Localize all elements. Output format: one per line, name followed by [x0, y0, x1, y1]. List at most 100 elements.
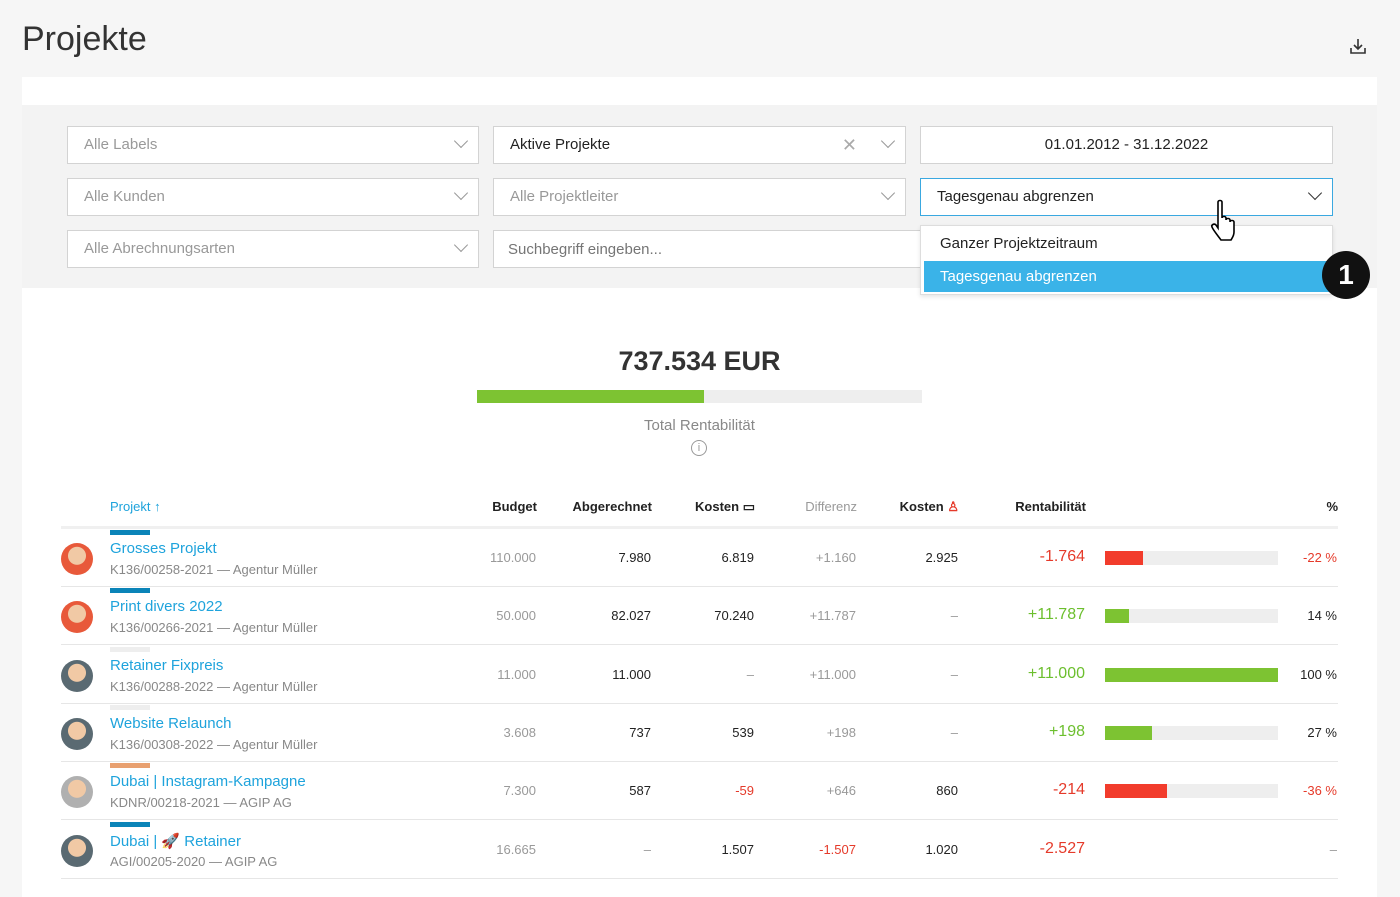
- table-row[interactable]: Dubai | 🚀 Retainer AGI/00205-2020 — AGIP …: [61, 821, 1338, 879]
- project-name-link[interactable]: Retainer Fixpreis: [110, 657, 223, 674]
- cell-costs2: –: [950, 608, 958, 624]
- header-project-label: Projekt: [110, 499, 151, 514]
- header-project[interactable]: Projekt ↑: [110, 499, 161, 514]
- cell-costs: 70.240: [714, 608, 754, 624]
- info-icon[interactable]: i: [691, 440, 707, 456]
- total-progress-bar: [477, 390, 922, 403]
- cell-costs2: –: [950, 666, 958, 682]
- label-stripe: [110, 763, 150, 769]
- table-row[interactable]: Print divers 2022 K136/00266-2021 — Agent…: [61, 587, 1338, 646]
- project-name-link[interactable]: Dubai | 🚀 Retainer: [110, 832, 241, 850]
- chevron-down-icon: [880, 133, 896, 149]
- managers-value: Alle Projektleiter: [510, 188, 619, 205]
- cell-diff: +646: [826, 783, 856, 799]
- label-stripe: [110, 588, 150, 594]
- cell-billed: 737: [629, 724, 651, 740]
- avatar: [61, 834, 93, 867]
- label-stripe: [110, 646, 150, 652]
- status-select[interactable]: Aktive Projekte ✕: [493, 126, 906, 164]
- rentability-bar: [1105, 784, 1278, 799]
- clear-icon[interactable]: ✕: [842, 127, 857, 163]
- rentability-bar: [1105, 725, 1278, 740]
- cell-billed: 587: [629, 783, 651, 799]
- option-full-period[interactable]: Ganzer Projektzeitraum: [924, 228, 1329, 259]
- cell-budget: 110.000: [489, 550, 536, 565]
- cell-pct: –: [1329, 841, 1337, 857]
- project-name-link[interactable]: Print divers 2022: [110, 598, 223, 615]
- cell-pct: 14 %: [1307, 608, 1337, 624]
- project-number-client: K136/00308-2022 — Agentur Müller: [110, 736, 318, 752]
- avatar: [61, 543, 93, 575]
- date-range-value: 01.01.2012 - 31.12.2022: [1044, 136, 1209, 153]
- total-label: Total Rentabilität: [644, 417, 755, 434]
- credit-card-icon: ▭: [742, 499, 755, 514]
- billing-value: Alle Abrechnungsarten: [84, 240, 235, 257]
- cell-diff: +198: [826, 724, 856, 740]
- table-row[interactable]: Retainer Fixpreis K136/00288-2022 — Agent…: [61, 646, 1338, 704]
- cell-billed: 11.000: [612, 666, 651, 682]
- billing-select[interactable]: Alle Abrechnungsarten: [67, 230, 479, 268]
- avatar: [61, 659, 93, 692]
- table-row[interactable]: Website Relaunch K136/00308-2022 — Agentu…: [61, 704, 1338, 762]
- project-number-client: K136/00258-2021 — Agentur Müller: [110, 562, 318, 577]
- period-select[interactable]: Tagesgenau abgrenzen: [920, 178, 1333, 216]
- rentability-bar-fill: [1105, 609, 1130, 624]
- cell-costs2: 1.020: [925, 841, 958, 857]
- project-number-client: K136/00266-2021 — Agentur Müller: [110, 620, 318, 636]
- label-stripe: [110, 821, 150, 827]
- sort-asc-icon: ↑: [154, 499, 161, 514]
- cell-budget: 7.300: [503, 783, 536, 799]
- header-costs[interactable]: Kosten ▭: [695, 499, 755, 515]
- managers-select[interactable]: Alle Projektleiter: [493, 178, 906, 216]
- cell-rent: +11.787: [1027, 606, 1085, 624]
- table-row[interactable]: Dubai | Instagram-Kampagne KDNR/00218-202…: [61, 762, 1338, 821]
- header-budget[interactable]: Budget: [492, 499, 537, 514]
- table-row[interactable]: Grosses Projekt K136/00258-2021 — Agentur…: [61, 529, 1338, 587]
- header-pct[interactable]: %: [1326, 499, 1338, 514]
- cell-rent: -1.764: [1039, 548, 1085, 565]
- rentability-bar: [1105, 667, 1278, 682]
- project-number-client: KDNR/00218-2021 — AGIP AG: [110, 795, 292, 811]
- header-costs-staff-label: Kosten: [899, 499, 944, 514]
- cell-billed: –: [643, 841, 651, 857]
- rentability-bar: [1105, 551, 1278, 565]
- avatar: [61, 776, 93, 809]
- clients-select[interactable]: Alle Kunden: [67, 178, 479, 216]
- cell-budget: 11.000: [497, 666, 536, 682]
- rentability-bar-fill: [1105, 725, 1152, 740]
- option-day-exact[interactable]: Tagesgenau abgrenzen: [924, 261, 1329, 292]
- project-number-client: K136/00288-2022 — Agentur Müller: [110, 678, 318, 694]
- cell-billed: 7.980: [618, 550, 651, 565]
- labels-select[interactable]: Alle Labels: [67, 126, 479, 164]
- header-rent[interactable]: Rentabilität: [1015, 499, 1086, 514]
- chevron-down-icon: [453, 133, 469, 149]
- avatar: [61, 717, 93, 750]
- rentability-bar-fill: [1105, 667, 1278, 682]
- cell-costs: 539: [732, 724, 754, 740]
- cell-pct: 27 %: [1307, 724, 1337, 740]
- page-title: Projekte: [22, 20, 147, 58]
- cell-rent: +11.000: [1027, 664, 1085, 682]
- rentability-bar: [1105, 609, 1278, 624]
- project-name-link[interactable]: Grosses Projekt: [110, 540, 217, 557]
- cell-budget: 50.000: [496, 608, 536, 624]
- rentability-bar-fill: [1105, 784, 1168, 799]
- date-range-input[interactable]: 01.01.2012 - 31.12.2022: [920, 126, 1333, 164]
- download-icon[interactable]: [1348, 36, 1368, 56]
- status-value: Aktive Projekte: [510, 136, 611, 153]
- cell-costs: 6.819: [721, 550, 754, 565]
- cell-costs2: 2.925: [925, 550, 958, 565]
- header-billed[interactable]: Abgerechnet: [573, 499, 652, 514]
- project-name-link[interactable]: Dubai | Instagram-Kampagne: [110, 773, 306, 790]
- chevron-down-icon: [453, 237, 469, 253]
- cell-costs: –: [746, 666, 754, 682]
- cell-diff: -1.507: [819, 841, 856, 857]
- person-icon: ♙: [947, 499, 959, 514]
- cell-costs: -59: [735, 783, 754, 799]
- project-name-link[interactable]: Website Relaunch: [110, 715, 231, 732]
- search-input[interactable]: [493, 230, 933, 268]
- cell-billed: 82.027: [611, 608, 651, 624]
- label-stripe: [110, 530, 150, 535]
- header-costs-staff[interactable]: Kosten ♙: [900, 499, 959, 515]
- header-diff[interactable]: Differenz: [805, 499, 857, 514]
